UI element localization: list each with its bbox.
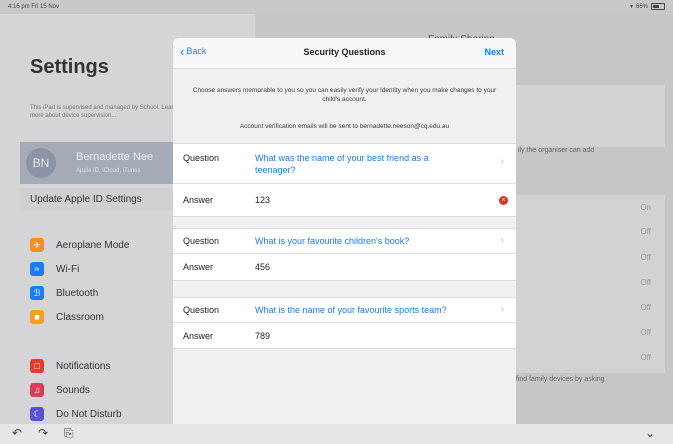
answer-input[interactable]: 123 — [255, 195, 270, 205]
airplane-icon: ✈ — [30, 238, 44, 252]
question-row[interactable]: Question What is your favourite children… — [173, 229, 516, 254]
sidebar-item-label: Classroom — [56, 312, 104, 323]
keyboard-shortcut-bar: ↶ ↷ ⎘ ⌄ — [0, 424, 673, 444]
chevron-right-icon: › — [500, 235, 504, 246]
family-sharing-note: ily the organiser can add — [518, 147, 595, 154]
chevron-right-icon: › — [500, 156, 504, 167]
moon-icon: ☾ — [30, 407, 44, 421]
intro-text: Choose answers memorable to you so you c… — [192, 87, 497, 103]
status-bar: 4:16 pm Fri 15 Nov ▾ 66% — [0, 0, 673, 14]
toggle-value[interactable]: Off — [640, 303, 651, 312]
status-right: ▾ 66% — [630, 3, 665, 10]
toggle-value[interactable]: Off — [640, 278, 651, 287]
question-group-2: Question What is your favourite children… — [173, 228, 516, 281]
settings-title: Settings — [30, 56, 109, 78]
question-row[interactable]: Question What was the name of your best … — [173, 144, 516, 184]
battery-icon — [651, 3, 665, 10]
battery-percent: 66% — [635, 3, 648, 10]
question-value[interactable]: What was the name of your best friend as… — [255, 152, 470, 176]
answer-input[interactable]: 789 — [255, 331, 270, 341]
undo-icon[interactable]: ↶ — [12, 426, 22, 440]
toggle-value[interactable]: On — [640, 203, 651, 212]
supervised-notice: This iPad is supervised and managed by S… — [30, 105, 177, 119]
notifications-icon: □ — [30, 359, 44, 373]
sidebar-item-label: Do Not Disturb — [56, 409, 122, 420]
profile-subtitle: Apple ID, iCloud, iTunes — [76, 168, 141, 174]
toggle-value[interactable]: Off — [640, 253, 651, 262]
question-group-1: Question What was the name of your best … — [173, 143, 516, 217]
answer-row[interactable]: Answer 789 — [173, 323, 516, 348]
redo-icon[interactable]: ↷ — [38, 426, 48, 440]
wifi-status-icon: ▾ — [629, 4, 633, 10]
chevron-right-icon: › — [500, 304, 504, 315]
chevron-down-icon[interactable]: ⌄ — [645, 426, 655, 440]
question-label: Question — [183, 153, 220, 163]
question-group-3: Question What is the name of your favour… — [173, 297, 516, 349]
sidebar-item-label: Sounds — [56, 385, 90, 396]
toggle-value[interactable]: Off — [640, 227, 651, 236]
toggle-value[interactable]: Off — [640, 328, 651, 337]
question-label: Question — [183, 236, 220, 246]
status-time: 4:16 pm Fri 15 Nov — [8, 4, 60, 10]
toggle-value[interactable]: Off — [640, 353, 651, 362]
family-sharing-list: On Off Off Off Off Off Off — [500, 195, 665, 373]
modal-title: Security Questions — [303, 47, 386, 57]
verification-note: Account verification emails will be sent… — [239, 123, 450, 130]
answer-label: Answer — [183, 195, 214, 205]
update-apple-id-label: Update Apple ID Settings — [30, 194, 142, 205]
wifi-icon: ≈ — [30, 262, 44, 276]
sidebar-item-label: Aeroplane Mode — [56, 240, 130, 251]
answer-label: Answer — [183, 331, 214, 341]
sidebar-item-label: Bluetooth — [56, 288, 99, 299]
question-label: Question — [183, 305, 220, 315]
security-questions-modal: ‹ Back Security Questions Next Choose an… — [173, 38, 516, 429]
family-sharing-header-group — [500, 85, 665, 147]
bluetooth-icon: ℬ — [30, 286, 44, 300]
profile-name: Bernadette Nee — [76, 151, 154, 163]
next-button[interactable]: Next — [484, 47, 504, 57]
sidebar-item-label: Notifications — [56, 361, 111, 372]
answer-input[interactable]: 456 — [255, 262, 270, 272]
clear-text-icon[interactable]: × — [499, 196, 508, 205]
question-value[interactable]: What is the name of your favourite sport… — [255, 304, 470, 316]
family-sharing-footer: r, find family devices by asking — [510, 376, 605, 383]
avatar: BN — [26, 148, 56, 178]
classroom-icon: ■ — [30, 310, 44, 324]
clipboard-icon[interactable]: ⎘ — [64, 426, 74, 441]
question-value[interactable]: What is your favourite children's book? — [255, 235, 470, 247]
sounds-icon: ♫ — [30, 383, 44, 397]
answer-row[interactable]: Answer 123 × — [173, 184, 516, 216]
modal-nav-bar: ‹ Back Security Questions Next — [173, 38, 516, 69]
answer-label: Answer — [183, 262, 214, 272]
question-row[interactable]: Question What is the name of your favour… — [173, 298, 516, 323]
answer-row[interactable]: Answer 456 — [173, 254, 516, 280]
sidebar-item-label: Wi-Fi — [56, 264, 80, 275]
